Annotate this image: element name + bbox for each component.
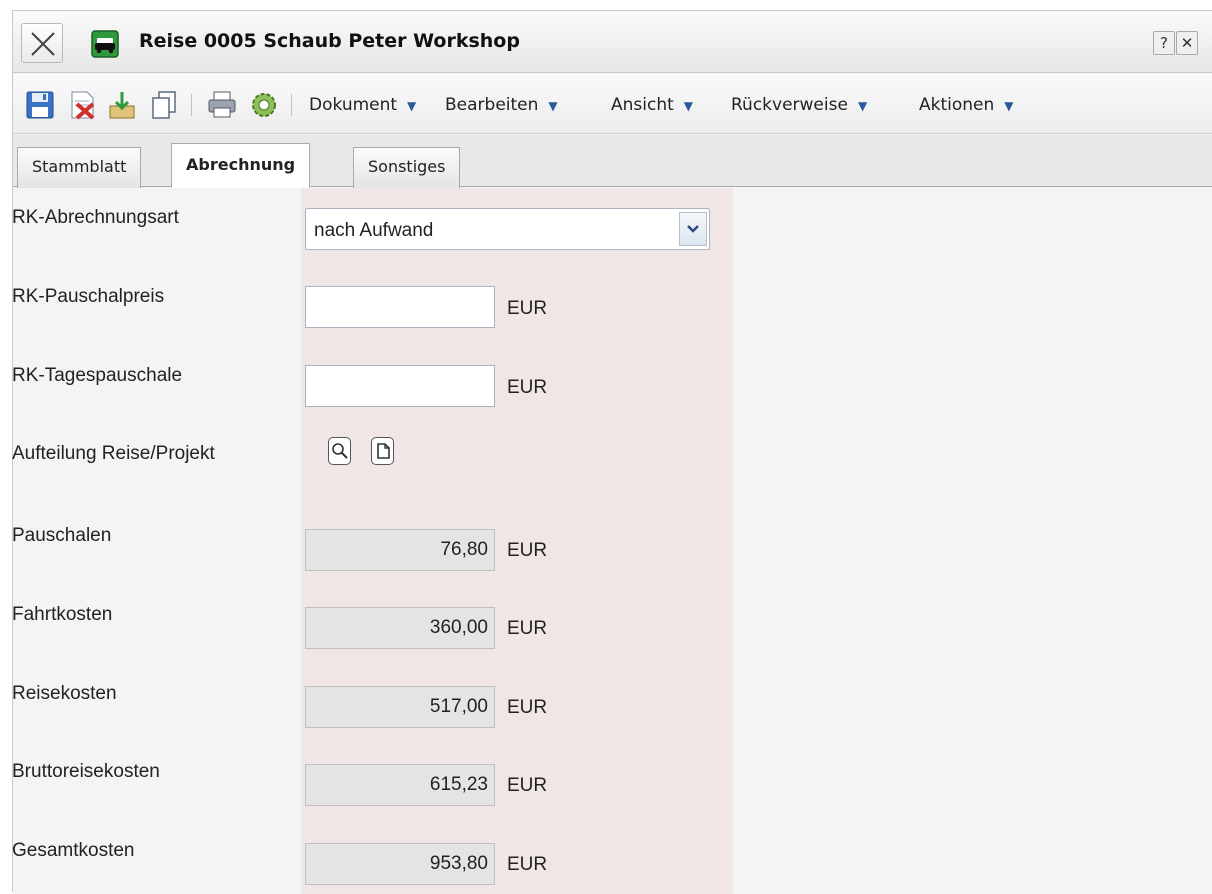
label-aufteilung: Aufteilung Reise/Projekt [12, 443, 215, 464]
reisekosten-unit: EUR [507, 697, 548, 718]
gesamtkosten-unit: EUR [507, 854, 548, 875]
delete-icon[interactable] [65, 88, 99, 122]
tab-stammblatt[interactable]: Stammblatt [17, 147, 142, 188]
toolbar-separator [291, 94, 292, 116]
save-icon[interactable] [23, 88, 57, 122]
label-bruttoreisekosten: Bruttoreisekosten [12, 761, 160, 782]
close-window-button[interactable]: ✕ [1176, 31, 1198, 55]
document-icon [377, 443, 390, 459]
label-reisekosten: Reisekosten [12, 683, 117, 704]
menu-label: Aktionen [919, 95, 995, 115]
pauschalen-unit: EUR [507, 540, 548, 561]
copy-icon[interactable] [147, 88, 181, 122]
tagespauschale-input[interactable] [305, 365, 495, 407]
toolbar: Dokument ▼ Bearbeiten ▼ Ansicht ▼ Rückverwe… [13, 74, 1212, 134]
tab-sonstiges[interactable]: Sonstiges [353, 147, 461, 188]
menu-label: Ansicht [611, 95, 674, 115]
dropdown-arrow-icon: ▼ [683, 99, 694, 113]
dropdown-arrow-icon: ▼ [857, 99, 868, 113]
close-document-button[interactable] [21, 23, 63, 63]
abrechnungsart-value: nach Aufwand [314, 220, 434, 241]
title-bar: Reise 0005 Schaub Peter Workshop ? ✕ [13, 11, 1212, 73]
travel-car-icon [91, 30, 119, 58]
tab-abrechnung[interactable]: Abrechnung [171, 143, 311, 188]
menu-label: Rückverweise [731, 95, 848, 115]
label-pauschalen: Pauschalen [12, 525, 112, 546]
menu-bearbeiten[interactable]: Bearbeiten ▼ [445, 95, 558, 115]
close-x-icon [31, 32, 55, 56]
search-button[interactable] [328, 437, 351, 465]
settings-icon[interactable] [247, 88, 281, 122]
menu-label: Bearbeiten [445, 95, 539, 115]
print-icon[interactable] [205, 88, 239, 122]
pauschalpreis-unit: EUR [507, 298, 548, 319]
pauschalpreis-input[interactable] [305, 286, 495, 328]
dropdown-arrow-icon: ▼ [1004, 99, 1014, 113]
label-pauschalpreis: RK-Pauschalpreis [12, 286, 165, 307]
bruttoreisekosten-unit: EUR [507, 775, 548, 796]
tagespauschale-unit: EUR [507, 377, 548, 398]
menu-dokument[interactable]: Dokument ▼ [309, 95, 416, 115]
reisekosten-value: 517,00 [305, 686, 495, 728]
label-gesamtkosten: Gesamtkosten [12, 840, 135, 861]
magnifier-icon [332, 443, 348, 459]
document-title: Reise 0005 Schaub Peter Workshop [139, 30, 520, 52]
import-icon[interactable] [105, 88, 139, 122]
dropdown-arrow-icon: ▼ [407, 99, 417, 113]
menu-rueckverweise[interactable]: Rückverweise ▼ [731, 95, 867, 115]
new-document-button[interactable] [371, 437, 394, 465]
dropdown-arrow-icon: ▼ [548, 99, 558, 113]
label-abrechnungsart: RK-Abrechnungsart [12, 207, 179, 228]
toolbar-separator [191, 94, 192, 116]
tab-strip: Stammblatt Abrechnung Sonstiges [13, 135, 1212, 188]
select-dropdown-button[interactable] [679, 212, 707, 246]
pauschalen-value: 76,80 [305, 529, 495, 571]
chevron-down-icon [687, 225, 699, 233]
label-tagespauschale: RK-Tagespauschale [12, 365, 183, 386]
abrechnungsart-select[interactable]: nach Aufwand [305, 208, 710, 250]
menu-ansicht[interactable]: Ansicht ▼ [611, 95, 693, 115]
label-fahrtkosten: Fahrtkosten [12, 604, 113, 625]
fahrtkosten-value: 360,00 [305, 607, 495, 649]
menu-label: Dokument [309, 95, 398, 115]
gesamtkosten-value: 953,80 [305, 843, 495, 885]
menu-aktionen[interactable]: Aktionen ▼ [919, 95, 1014, 115]
help-button[interactable]: ? [1153, 31, 1175, 55]
form-panel [13, 188, 1212, 894]
bruttoreisekosten-value: 615,23 [305, 764, 495, 806]
fahrtkosten-unit: EUR [507, 618, 548, 639]
